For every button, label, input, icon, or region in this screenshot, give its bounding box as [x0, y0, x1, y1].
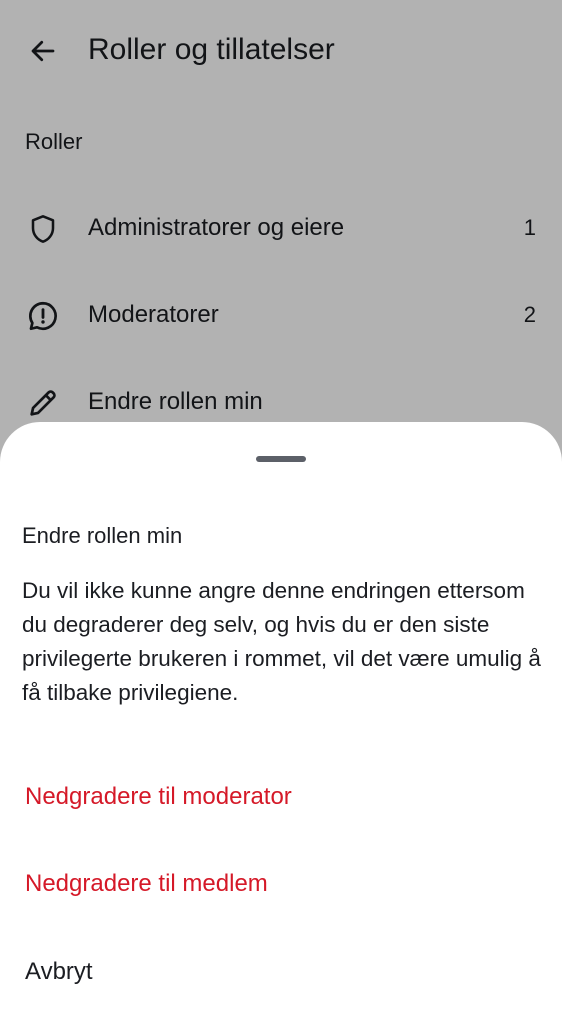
drag-handle[interactable]: [256, 456, 306, 462]
sheet-description: Du vil ikke kunne angre denne endringen …: [22, 578, 541, 705]
action-label: Nedgradere til medlem: [25, 870, 268, 897]
sheet-title: Endre rollen min: [22, 523, 183, 548]
demote-to-member-button[interactable]: Nedgradere til medlem: [0, 845, 562, 925]
action-label: Avbryt: [25, 958, 93, 985]
cancel-button[interactable]: Avbryt: [0, 933, 562, 1013]
demote-to-moderator-button[interactable]: Nedgradere til moderator: [0, 758, 562, 838]
action-label: Nedgradere til moderator: [25, 783, 292, 810]
bottom-sheet: Endre rollen min Du vil ikke kunne angre…: [0, 422, 562, 1000]
